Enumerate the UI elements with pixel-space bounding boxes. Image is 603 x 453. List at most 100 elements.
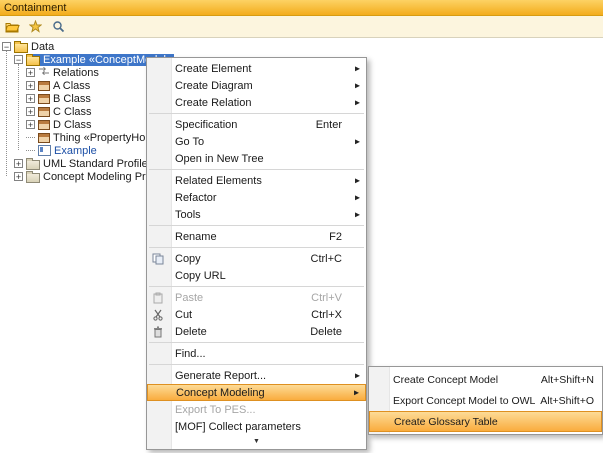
tree-expander-minus[interactable]: −	[2, 42, 11, 51]
menu-item-concept-modeling[interactable]: Concept Modeling ▶	[147, 384, 366, 401]
copy-icon	[152, 253, 164, 265]
menu-item-label: Refactor	[175, 192, 217, 204]
menu-item-label: Find...	[175, 348, 206, 360]
menu-item-copy[interactable]: CopyCtrl+C	[147, 250, 366, 267]
menu-item-create-relation[interactable]: Create Relation ▶	[147, 94, 366, 111]
submenu-item-export-concept-model-to-owl[interactable]: Export Concept Model to OWL Alt+Shift+O	[369, 390, 602, 411]
tree-expander-plus[interactable]: +	[26, 94, 35, 103]
menu-item-label: Paste	[175, 292, 203, 304]
diagram-icon	[38, 145, 51, 156]
tree-expander-plus[interactable]: +	[26, 107, 35, 116]
submenu-arrow-icon: ▶	[355, 371, 360, 379]
menu-shortcut: Ctrl+X	[311, 309, 342, 321]
menu-item-tools[interactable]: Tools▶	[147, 206, 366, 223]
tree-expander-plus[interactable]: +	[14, 159, 23, 168]
tree-item-label: A Class	[53, 80, 90, 92]
panel-titlebar[interactable]: Containment	[0, 0, 603, 16]
menu-item-label: Tools	[175, 209, 201, 221]
submenu-item-create-concept-model[interactable]: Create Concept ModelAlt+Shift+N	[369, 369, 602, 390]
menu-shortcut: Ctrl+C	[311, 253, 342, 265]
menu-shortcut: Enter	[316, 119, 342, 131]
menu-item-specification[interactable]: Specification Enter	[147, 116, 366, 133]
submenu-arrow-icon: ▶	[355, 98, 360, 106]
tree-item-content: C Class	[38, 106, 94, 118]
tree-item-content: A Class	[38, 80, 92, 92]
menu-shortcut: Alt+Shift+O	[540, 395, 594, 407]
concept-folder-icon	[26, 56, 40, 66]
class-icon	[38, 133, 50, 143]
paste-icon	[152, 292, 164, 304]
tree-item-content: Thing «PropertyHolde	[38, 132, 162, 144]
tree-item-label: Data	[31, 41, 54, 53]
menu-item-label: Generate Report...	[175, 370, 266, 382]
menu-item-cut[interactable]: Cut Ctrl+X	[147, 306, 366, 323]
menu-item-label: Export Concept Model to OWL	[393, 395, 535, 407]
profile-icon	[26, 173, 40, 183]
menu-item-mof-collect-parameters[interactable]: [MOF] Collect parameters	[147, 418, 366, 435]
tree-expander-plus[interactable]: +	[26, 81, 35, 90]
menu-shortcut: F2	[329, 231, 342, 243]
tree-item-data[interactable]: − Data	[0, 40, 603, 53]
menu-item-label: Cut	[175, 309, 192, 321]
submenu-arrow-icon: ▶	[355, 137, 360, 145]
class-icon	[38, 107, 50, 117]
menu-shortcut: Ctrl+V	[311, 292, 342, 304]
tree-item-content: Example	[38, 145, 99, 157]
menu-item-open-in-new-tree[interactable]: Open in New Tree	[147, 150, 366, 167]
profile-icon	[26, 160, 40, 170]
menu-item-label: Create Concept Model	[393, 374, 498, 386]
menu-item-label: [MOF] Collect parameters	[175, 421, 301, 433]
menu-item-label: Concept Modeling	[176, 387, 265, 399]
package-icon	[14, 43, 28, 53]
tree-item-label: Thing «PropertyHolde	[53, 132, 160, 144]
submenu-item-create-glossary-table[interactable]: Create Glossary Table	[369, 411, 602, 432]
containment-toolbar	[0, 16, 603, 38]
menu-scroll-down-icon[interactable]: ▼	[147, 435, 366, 447]
cut-icon	[152, 309, 164, 321]
menu-item-copy-url[interactable]: Copy URL	[147, 267, 366, 284]
submenu-arrow-icon: ▶	[355, 193, 360, 201]
delete-icon	[152, 326, 164, 338]
menu-item-label: Specification	[175, 119, 237, 131]
class-icon	[38, 81, 50, 91]
tree-item-content: Relations	[38, 66, 101, 79]
search-icon[interactable]	[49, 18, 67, 35]
menu-item-export-to-pes[interactable]: Export To PES...	[147, 401, 366, 418]
menu-item-label: Open in New Tree	[175, 153, 264, 165]
menu-item-label: Related Elements	[175, 175, 262, 187]
menu-item-label: Create Glossary Table	[394, 416, 498, 428]
menu-item-label: Create Diagram	[175, 80, 253, 92]
menu-item-delete[interactable]: DeleteDelete	[147, 323, 366, 340]
menu-item-label: Create Relation	[175, 97, 251, 109]
favorites-star-icon[interactable]	[26, 18, 44, 35]
submenu-arrow-icon: ▶	[355, 81, 360, 89]
tree-item-content: B Class	[38, 93, 93, 105]
menu-item-create-diagram[interactable]: Create Diagram ▶	[147, 77, 366, 94]
menu-item-create-element[interactable]: Create Element▶	[147, 60, 366, 77]
menu-item-paste[interactable]: Paste Ctrl+V	[147, 289, 366, 306]
tree-expander-plus[interactable]: +	[26, 120, 35, 129]
tree-item-content: D Class	[38, 119, 94, 131]
menu-item-go-to[interactable]: Go To▶	[147, 133, 366, 150]
menu-item-related-elements[interactable]: Related Elements▶	[147, 172, 366, 189]
open-folder-icon[interactable]	[3, 18, 21, 35]
submenu-arrow-icon: ▶	[354, 388, 359, 396]
tree-expander-minus[interactable]: −	[14, 55, 23, 64]
menu-item-generate-report[interactable]: Generate Report... ▶	[147, 367, 366, 384]
containment-panel: Containment −Data−Example «ConceptModel»…	[0, 0, 603, 453]
menu-item-find[interactable]: Find...	[147, 345, 366, 362]
context-menu: Create Element▶Create Diagram▶Create Rel…	[146, 57, 367, 450]
menu-item-rename[interactable]: Rename F2	[147, 228, 366, 245]
panel-title: Containment	[4, 2, 66, 14]
tree-expander-plus[interactable]: +	[14, 172, 23, 181]
class-icon	[38, 120, 50, 130]
menu-item-label: Create Element	[175, 63, 251, 75]
concept-modeling-submenu: Create Concept ModelAlt+Shift+NExport Co…	[368, 366, 603, 435]
menu-shortcut: Delete	[310, 326, 342, 338]
menu-item-refactor[interactable]: Refactor ▶	[147, 189, 366, 206]
menu-item-label: Rename	[175, 231, 217, 243]
tree-item-label: Example	[54, 145, 97, 157]
tree-expander-plus[interactable]: +	[26, 68, 35, 77]
menu-item-label: Copy URL	[175, 270, 226, 282]
tree-item-content: Data	[14, 41, 56, 53]
